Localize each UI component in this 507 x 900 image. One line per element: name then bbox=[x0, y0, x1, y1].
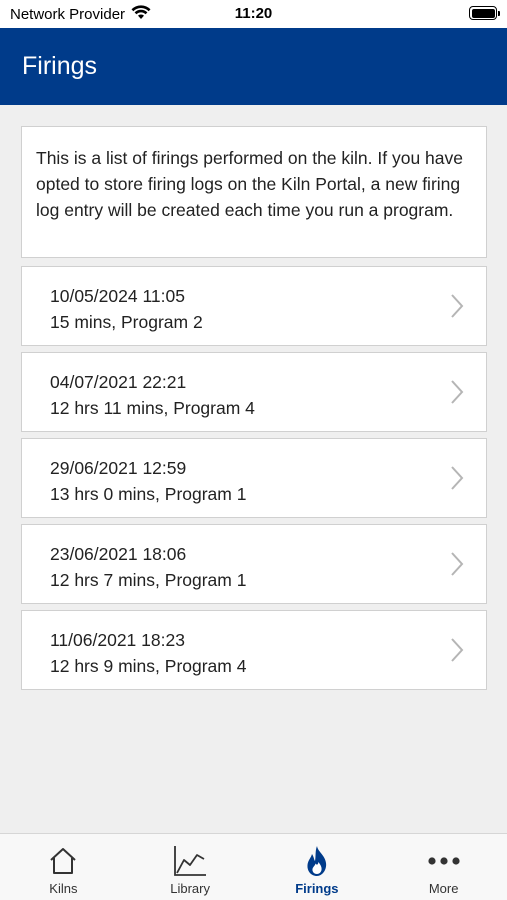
firing-list: 10/05/2024 11:05 15 mins, Program 2 04/0… bbox=[21, 266, 487, 690]
tab-firings[interactable]: Firings bbox=[254, 834, 381, 900]
firing-datetime: 04/07/2021 22:21 bbox=[50, 372, 187, 392]
flame-icon bbox=[304, 844, 330, 878]
status-right bbox=[469, 6, 500, 20]
firing-datetime: 29/06/2021 12:59 bbox=[50, 458, 187, 478]
firing-list-item[interactable]: 04/07/2021 22:21 12 hrs 11 mins, Program… bbox=[21, 352, 487, 432]
info-card: This is a list of firings performed on t… bbox=[21, 126, 487, 258]
battery-icon bbox=[469, 6, 500, 20]
more-icon bbox=[427, 844, 461, 878]
tab-library[interactable]: Library bbox=[127, 834, 254, 900]
chevron-right-icon bbox=[450, 465, 464, 498]
status-time: 11:20 bbox=[234, 5, 273, 22]
firing-summary: 12 hrs 11 mins, Program 4 bbox=[50, 398, 255, 418]
main-content: This is a list of firings performed on t… bbox=[21, 126, 487, 696]
nav-bar: Firings bbox=[0, 28, 507, 105]
tab-bar: Kilns Library Firings More bbox=[0, 833, 507, 900]
firing-list-item[interactable]: 10/05/2024 11:05 15 mins, Program 2 bbox=[21, 266, 487, 346]
status-bar: Network Provider 11:20 bbox=[0, 0, 507, 28]
chevron-right-icon bbox=[450, 379, 464, 412]
firing-datetime: 23/06/2021 18:06 bbox=[50, 544, 187, 564]
chart-icon bbox=[173, 844, 207, 878]
firing-datetime: 10/05/2024 11:05 bbox=[50, 286, 185, 306]
firing-summary: 13 hrs 0 mins, Program 1 bbox=[50, 484, 247, 504]
chevron-right-icon bbox=[450, 637, 464, 670]
firing-summary: 12 hrs 7 mins, Program 1 bbox=[50, 570, 247, 590]
tab-more[interactable]: More bbox=[380, 834, 507, 900]
tab-label: Firings bbox=[295, 881, 339, 896]
home-icon bbox=[47, 844, 79, 878]
firing-list-item[interactable]: 11/06/2021 18:23 12 hrs 9 mins, Program … bbox=[21, 610, 487, 690]
page-title: Firings bbox=[22, 52, 98, 80]
chevron-right-icon bbox=[450, 293, 464, 326]
firing-list-item[interactable]: 29/06/2021 12:59 13 hrs 0 mins, Program … bbox=[21, 438, 487, 518]
firing-datetime: 11/06/2021 18:23 bbox=[50, 630, 185, 650]
info-text: This is a list of firings performed on t… bbox=[36, 148, 463, 220]
firing-summary: 12 hrs 9 mins, Program 4 bbox=[50, 656, 247, 676]
firing-summary: 15 mins, Program 2 bbox=[50, 312, 203, 332]
tab-kilns[interactable]: Kilns bbox=[0, 834, 127, 900]
chevron-right-icon bbox=[450, 551, 464, 584]
tab-label: More bbox=[428, 881, 459, 896]
tab-label: Library bbox=[170, 881, 210, 896]
firing-list-item[interactable]: 23/06/2021 18:06 12 hrs 7 mins, Program … bbox=[21, 524, 487, 604]
tab-label: Kilns bbox=[49, 881, 78, 896]
